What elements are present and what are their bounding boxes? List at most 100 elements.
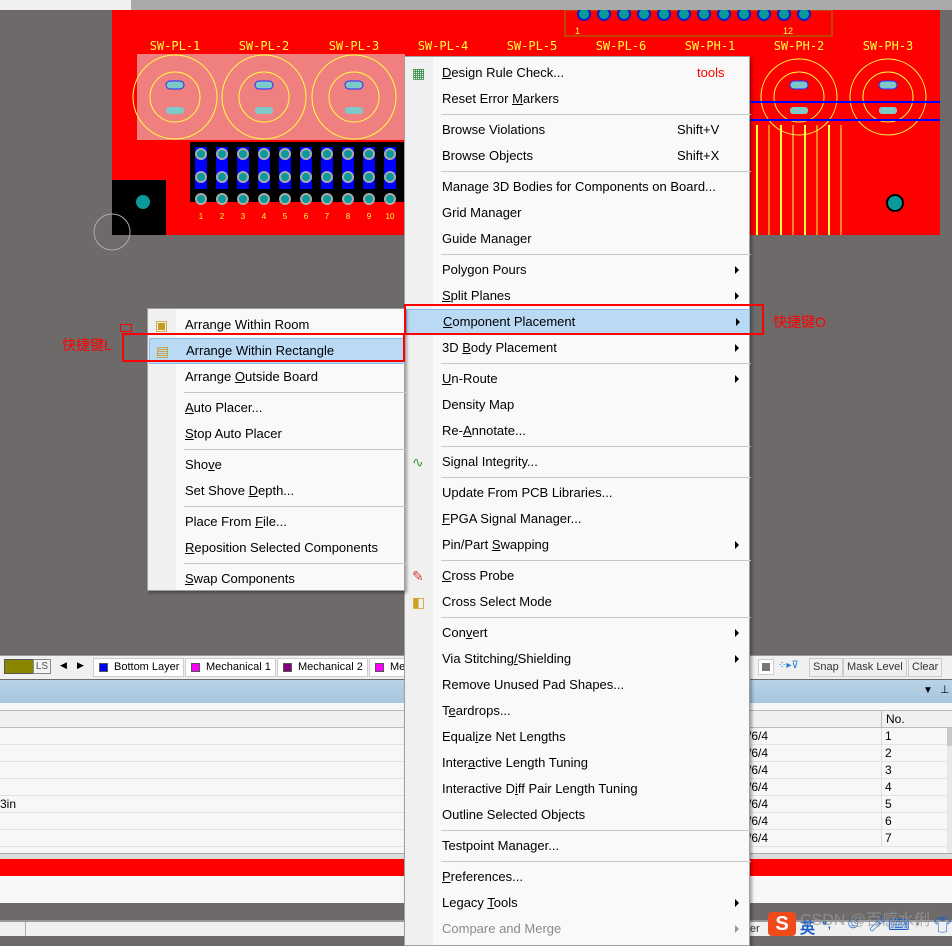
submenu-arrow-icon bbox=[735, 266, 739, 274]
menu-item-cross-select-mode[interactable]: ◧ Cross Select Mode bbox=[406, 589, 750, 615]
menu-item-remove-unused-pad-shapes[interactable]: Remove Unused Pad Shapes... bbox=[406, 672, 750, 698]
drc-icon: ▦ bbox=[412, 65, 426, 81]
menu-item-browse-objects[interactable]: Browse Objects Shift+X bbox=[406, 143, 750, 169]
header-pin-label: 2 bbox=[220, 212, 225, 221]
pin-icon[interactable]: ⊥ bbox=[940, 683, 950, 696]
menu-item-browse-violations[interactable]: Browse Violations Shift+V bbox=[406, 117, 750, 143]
menu-item-testpoint-manager[interactable]: Testpoint Manager... bbox=[406, 833, 750, 859]
designator-label: SW-PL-6 bbox=[596, 39, 647, 53]
header-pin-label: 9 bbox=[367, 212, 372, 221]
layer-tab[interactable]: Me bbox=[369, 658, 409, 677]
clear-button[interactable]: Clear bbox=[908, 658, 943, 677]
menu-item-pin-part-swapping[interactable]: Pin/Part Swapping bbox=[406, 532, 750, 558]
cell-mid: /6/4 bbox=[748, 746, 769, 760]
header-pad bbox=[237, 148, 249, 160]
annotation-box-component-placement bbox=[404, 304, 764, 335]
cell-no: 1 bbox=[885, 729, 892, 743]
header-pad bbox=[342, 148, 354, 160]
layer-tab[interactable]: Bottom Layer bbox=[93, 658, 184, 677]
menu-item-reposition-selected-components[interactable]: Reposition Selected Components bbox=[149, 535, 405, 561]
layer-tab[interactable]: Mechanical 2 bbox=[277, 658, 368, 677]
menu-item-label: Manage 3D Bodies for Components on Board… bbox=[442, 179, 716, 194]
menu-item-re-annotate[interactable]: Re-Annotate... bbox=[406, 418, 750, 444]
layer-prev-icon[interactable]: ◀ bbox=[60, 660, 67, 671]
pad bbox=[789, 80, 809, 90]
tools-annotation: tools bbox=[697, 65, 725, 80]
menu-item-label: Reset Error Markers bbox=[442, 91, 560, 106]
connector-pad bbox=[797, 10, 811, 21]
menu-item-density-map[interactable]: Density Map bbox=[406, 392, 750, 418]
menu-item-auto-placer[interactable]: Auto Placer... bbox=[149, 395, 405, 421]
menu-item-set-shove-depth[interactable]: Set Shove Depth... bbox=[149, 478, 405, 504]
menu-item-fpga-signal-manager[interactable]: FPGA Signal Manager... bbox=[406, 506, 750, 532]
menu-item-convert[interactable]: Convert bbox=[406, 620, 750, 646]
switch-footprint-area bbox=[137, 54, 405, 140]
menu-item-swap-components[interactable]: Swap Components bbox=[149, 566, 405, 592]
cell-mid: /6/4 bbox=[748, 780, 769, 794]
document-tab-area bbox=[0, 0, 131, 10]
menu-separator bbox=[184, 449, 406, 450]
menu-item-grid-manager[interactable]: Grid Manager bbox=[406, 200, 750, 226]
cell-mid: /6/4 bbox=[748, 729, 769, 743]
filter-icon[interactable]: ⁘▸⊽ bbox=[778, 660, 799, 671]
cell-mid: /6/4 bbox=[748, 814, 769, 828]
menu-item-manage-3d-bodies-for-components-on-board[interactable]: Manage 3D Bodies for Components on Board… bbox=[406, 174, 750, 200]
shortcut-l-annotation: 快捷键L bbox=[62, 337, 112, 353]
layer-color-swatch bbox=[99, 663, 108, 672]
menu-separator bbox=[441, 254, 751, 255]
menu-item-interactive-length-tuning[interactable]: Interactive Length Tuning bbox=[406, 750, 750, 776]
pad bbox=[255, 107, 273, 114]
menu-item-interactive-diff-pair-length-tuning[interactable]: Interactive Diff Pair Length Tuning bbox=[406, 776, 750, 802]
panel-menu-icon[interactable]: ▼ bbox=[923, 685, 933, 696]
menu-item-compare-and-merge[interactable]: Compare and Merge bbox=[406, 916, 750, 942]
menu-item-3d-body-placement[interactable]: 3D Body Placement bbox=[406, 335, 750, 361]
submenu-arrow-icon bbox=[735, 292, 739, 300]
menu-item-un-route[interactable]: Un-Route bbox=[406, 366, 750, 392]
menu-item-signal-integrity[interactable]: ∿ Signal Integrity... bbox=[406, 449, 750, 475]
menu-item-preferences[interactable]: Preferences... bbox=[406, 864, 750, 890]
menu-item-legacy-tools[interactable]: Legacy Tools bbox=[406, 890, 750, 916]
menu-item-label: Outline Selected Objects bbox=[442, 807, 586, 822]
menu-item-shortcut: Shift+V bbox=[677, 122, 720, 137]
header-pad bbox=[300, 193, 312, 205]
snap-button[interactable]: Snap bbox=[809, 658, 843, 677]
menu-item-label: FPGA Signal Manager... bbox=[442, 511, 582, 526]
menu-item-label: Teardrops... bbox=[442, 703, 511, 718]
menu-item-guide-manager[interactable]: Guide Manager bbox=[406, 226, 750, 252]
header-pad bbox=[363, 148, 375, 160]
menu-separator bbox=[184, 392, 406, 393]
current-layer-color[interactable] bbox=[4, 659, 34, 674]
header-pad bbox=[321, 171, 333, 183]
menu-item-polygon-pours[interactable]: Polygon Pours bbox=[406, 257, 750, 283]
layer-tab[interactable]: Mechanical 1 bbox=[185, 658, 276, 677]
cell-no: 5 bbox=[885, 797, 892, 811]
ime-skin-icon[interactable]: 👕︎ bbox=[933, 916, 952, 934]
menu-item-equalize-net-lengths[interactable]: Equalize Net Lengths bbox=[406, 724, 750, 750]
layer-color-square[interactable] bbox=[758, 659, 774, 675]
layer-color-swatch bbox=[283, 663, 292, 672]
header-pin-label: 5 bbox=[283, 212, 288, 221]
menu-item-update-from-pcb-libraries[interactable]: Update From PCB Libraries... bbox=[406, 480, 750, 506]
panel-scrollbar[interactable] bbox=[947, 728, 952, 858]
menu-item-label: Pin/Part Swapping bbox=[442, 537, 549, 552]
menu-item-outline-selected-objects[interactable]: Outline Selected Objects bbox=[406, 802, 750, 828]
header-pad bbox=[384, 171, 396, 183]
menu-item-shove[interactable]: Shove bbox=[149, 452, 405, 478]
menu-item-teardrops[interactable]: Teardrops... bbox=[406, 698, 750, 724]
header-pad bbox=[279, 148, 291, 160]
mask-level-button[interactable]: Mask Level bbox=[843, 658, 907, 677]
menu-item-stop-auto-placer[interactable]: Stop Auto Placer bbox=[149, 421, 405, 447]
column-header-no[interactable]: No. bbox=[881, 711, 905, 727]
header-pad bbox=[195, 171, 207, 183]
ime-logo-icon[interactable]: S bbox=[768, 912, 796, 936]
layer-set-button[interactable]: LS bbox=[33, 659, 51, 674]
layer-next-icon[interactable]: ▶ bbox=[77, 660, 84, 671]
menu-item-cross-probe[interactable]: ✎ Cross Probe bbox=[406, 563, 750, 589]
menu-item-label: Grid Manager bbox=[442, 205, 522, 220]
cell-no: 6 bbox=[885, 814, 892, 828]
menu-item-place-from-file[interactable]: Place From File... bbox=[149, 509, 405, 535]
menu-item-via-stitching-shielding[interactable]: Via Stitching/Shielding bbox=[406, 646, 750, 672]
menu-item-arrange-outside-board[interactable]: Arrange Outside Board bbox=[149, 364, 405, 390]
menu-item-reset-error-markers[interactable]: Reset Error Markers bbox=[406, 86, 750, 112]
menu-item-label: Browse Violations bbox=[442, 122, 546, 137]
